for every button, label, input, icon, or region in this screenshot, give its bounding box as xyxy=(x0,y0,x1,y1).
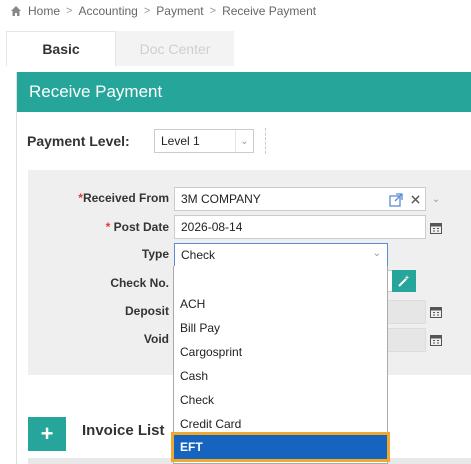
type-option-bill-pay[interactable]: Bill Pay xyxy=(180,321,220,335)
type-option-check[interactable]: Check xyxy=(180,393,214,407)
breadcrumb-receive-payment: Receive Payment xyxy=(222,4,317,18)
received-from-value: 3M COMPANY xyxy=(181,192,261,206)
breadcrumb: Home > Accounting > Payment > Receive Pa… xyxy=(0,0,471,22)
type-option-cargosprint[interactable]: Cargosprint xyxy=(180,345,242,359)
post-date-label: * Post Date xyxy=(29,220,169,234)
breadcrumb-accounting[interactable]: Accounting xyxy=(78,4,137,18)
received-from-chevron[interactable]: ⌄ xyxy=(428,187,444,211)
payment-level-value: Level 1 xyxy=(161,134,200,148)
divider xyxy=(265,128,266,154)
breadcrumb-home[interactable]: Home xyxy=(28,4,60,18)
type-label: Type xyxy=(141,247,169,261)
type-value: Check xyxy=(181,248,216,262)
post-date-field[interactable]: 2026-08-14 xyxy=(174,215,426,239)
type-option-ach[interactable]: ACH xyxy=(180,297,205,311)
deposit-field[interactable] xyxy=(386,300,426,324)
post-date-label-text: Post Date xyxy=(113,220,169,234)
add-invoice-button[interactable]: + xyxy=(28,417,66,451)
home-icon[interactable] xyxy=(10,5,22,17)
void-field[interactable] xyxy=(386,328,426,352)
type-option-credit-card[interactable]: Credit Card xyxy=(180,417,241,431)
external-link-icon[interactable] xyxy=(389,193,403,207)
void-label: Void xyxy=(143,332,169,346)
received-from-label: *Received From xyxy=(29,191,169,205)
calendar-icon[interactable] xyxy=(430,334,442,346)
received-from-label-text: Received From xyxy=(82,191,169,205)
tab-bar: Basic Doc Center xyxy=(6,31,471,66)
invoice-list-title: Invoice List xyxy=(82,422,165,439)
chevron-down-icon: ⌄ xyxy=(235,130,253,152)
tab-basic[interactable]: Basic xyxy=(6,31,116,66)
type-option-eft[interactable]: EFT xyxy=(171,432,390,462)
breadcrumb-separator: > xyxy=(209,5,217,17)
payment-level-select[interactable]: Level 1 ⌄ xyxy=(154,129,254,153)
breadcrumb-separator: > xyxy=(143,5,151,17)
type-option-cash[interactable]: Cash xyxy=(180,369,208,383)
type-select[interactable]: Check ⌄ xyxy=(174,243,388,267)
payment-level-label: Payment Level: xyxy=(27,133,130,149)
type-option-blank[interactable] xyxy=(180,274,380,288)
magic-wand-icon xyxy=(398,275,410,287)
breadcrumb-payment[interactable]: Payment xyxy=(156,4,203,18)
calendar-icon[interactable] xyxy=(430,306,442,318)
calendar-icon[interactable] xyxy=(430,222,442,234)
post-date-value: 2026-08-14 xyxy=(181,220,243,234)
check-no-label: Check No. xyxy=(110,276,169,290)
received-from-field[interactable]: 3M COMPANY xyxy=(174,187,426,211)
breadcrumb-separator: > xyxy=(66,5,73,17)
panel-title: Receive Payment xyxy=(17,72,471,112)
generate-check-button[interactable] xyxy=(392,270,416,292)
close-icon[interactable] xyxy=(411,195,420,204)
deposit-label: Deposit xyxy=(124,304,169,318)
required-mark: * xyxy=(105,220,111,234)
chevron-down-icon: ⌄ xyxy=(372,248,381,259)
tab-doc-center[interactable]: Doc Center xyxy=(116,31,234,66)
